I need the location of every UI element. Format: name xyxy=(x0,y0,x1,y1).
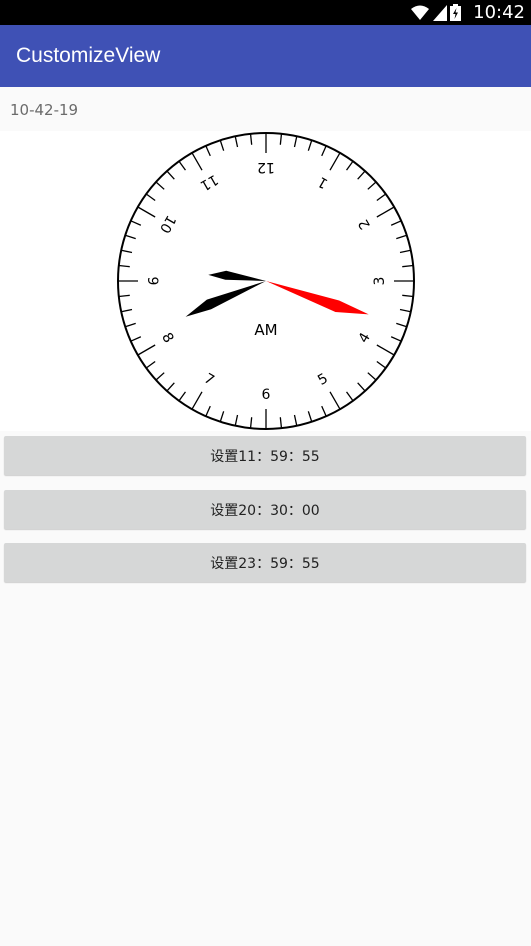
set-time-button-3[interactable]: 设置23：59：55 xyxy=(4,543,526,582)
clock-panel: 12 1 2 3 4 5 6 7 8 9 10 11 AM xyxy=(0,131,531,431)
battery-icon xyxy=(450,4,461,21)
clock-number: 9 xyxy=(144,277,160,286)
status-bar: 10:42 xyxy=(0,0,531,25)
set-time-button-1[interactable]: 设置11：59：55 xyxy=(4,436,526,475)
set-time-button-2[interactable]: 设置20：30：00 xyxy=(4,490,526,529)
clock-number: 6 xyxy=(262,387,271,403)
clock-number: 12 xyxy=(257,159,275,175)
app-title: CustomizeView xyxy=(16,44,161,67)
wifi-icon xyxy=(411,5,429,20)
status-icons xyxy=(410,3,461,22)
clock-face: 121234567891011 AM xyxy=(117,132,415,430)
clock-period: AM xyxy=(254,321,277,339)
time-text: 10-42-19 xyxy=(10,101,79,119)
status-time: 10:42 xyxy=(473,2,525,23)
app-bar: CustomizeView xyxy=(0,25,531,87)
clock-number: 3 xyxy=(372,277,388,286)
signal-icon xyxy=(433,4,447,21)
